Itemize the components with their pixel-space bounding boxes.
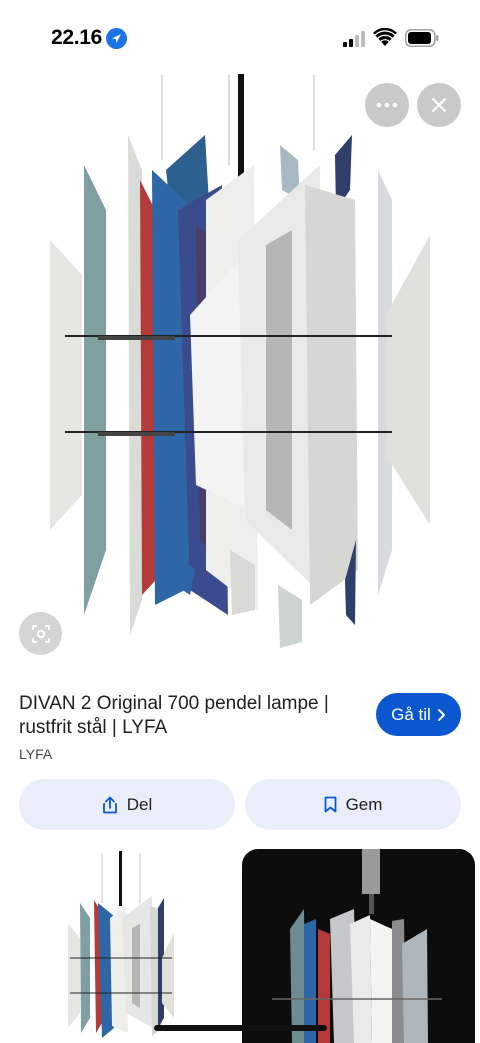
more-options-button[interactable] — [365, 83, 409, 127]
related-image-thumbnail[interactable] — [50, 848, 200, 1043]
product-title[interactable]: DIVAN 2 Original 700 pendel lampe | rust… — [19, 692, 359, 740]
home-indicator — [154, 1025, 327, 1031]
share-button[interactable]: Del — [19, 779, 235, 830]
status-bar: 22.16 — [0, 0, 480, 70]
wifi-icon — [373, 28, 397, 46]
bookmark-icon — [324, 796, 336, 813]
related-image-thumbnail-dark[interactable] — [242, 849, 475, 1043]
pendant-lamp-thumbnail — [68, 851, 174, 1038]
visit-label: Gå til — [391, 704, 431, 724]
more-horizontal-icon — [376, 102, 398, 108]
visit-site-button[interactable]: Gå til — [376, 693, 461, 736]
pendant-lamp-dark-thumbnail — [272, 849, 442, 1043]
product-image[interactable] — [0, 70, 480, 670]
location-arrow-icon — [106, 28, 127, 49]
status-time: 22.16 — [51, 26, 103, 49]
save-button[interactable]: Gem — [245, 779, 461, 830]
pendant-lamp-illustration — [50, 74, 430, 648]
battery-icon — [405, 29, 439, 47]
close-button[interactable] — [417, 83, 461, 127]
share-label: Del — [126, 794, 153, 814]
chevron-right-icon — [437, 708, 445, 721]
lens-search-icon — [31, 624, 50, 643]
cellular-signal-icon — [343, 31, 365, 47]
close-icon — [432, 98, 446, 112]
source-name: LYFA — [19, 746, 53, 762]
share-icon — [102, 796, 117, 813]
save-label: Gem — [345, 794, 383, 814]
visual-search-button[interactable] — [19, 612, 62, 655]
